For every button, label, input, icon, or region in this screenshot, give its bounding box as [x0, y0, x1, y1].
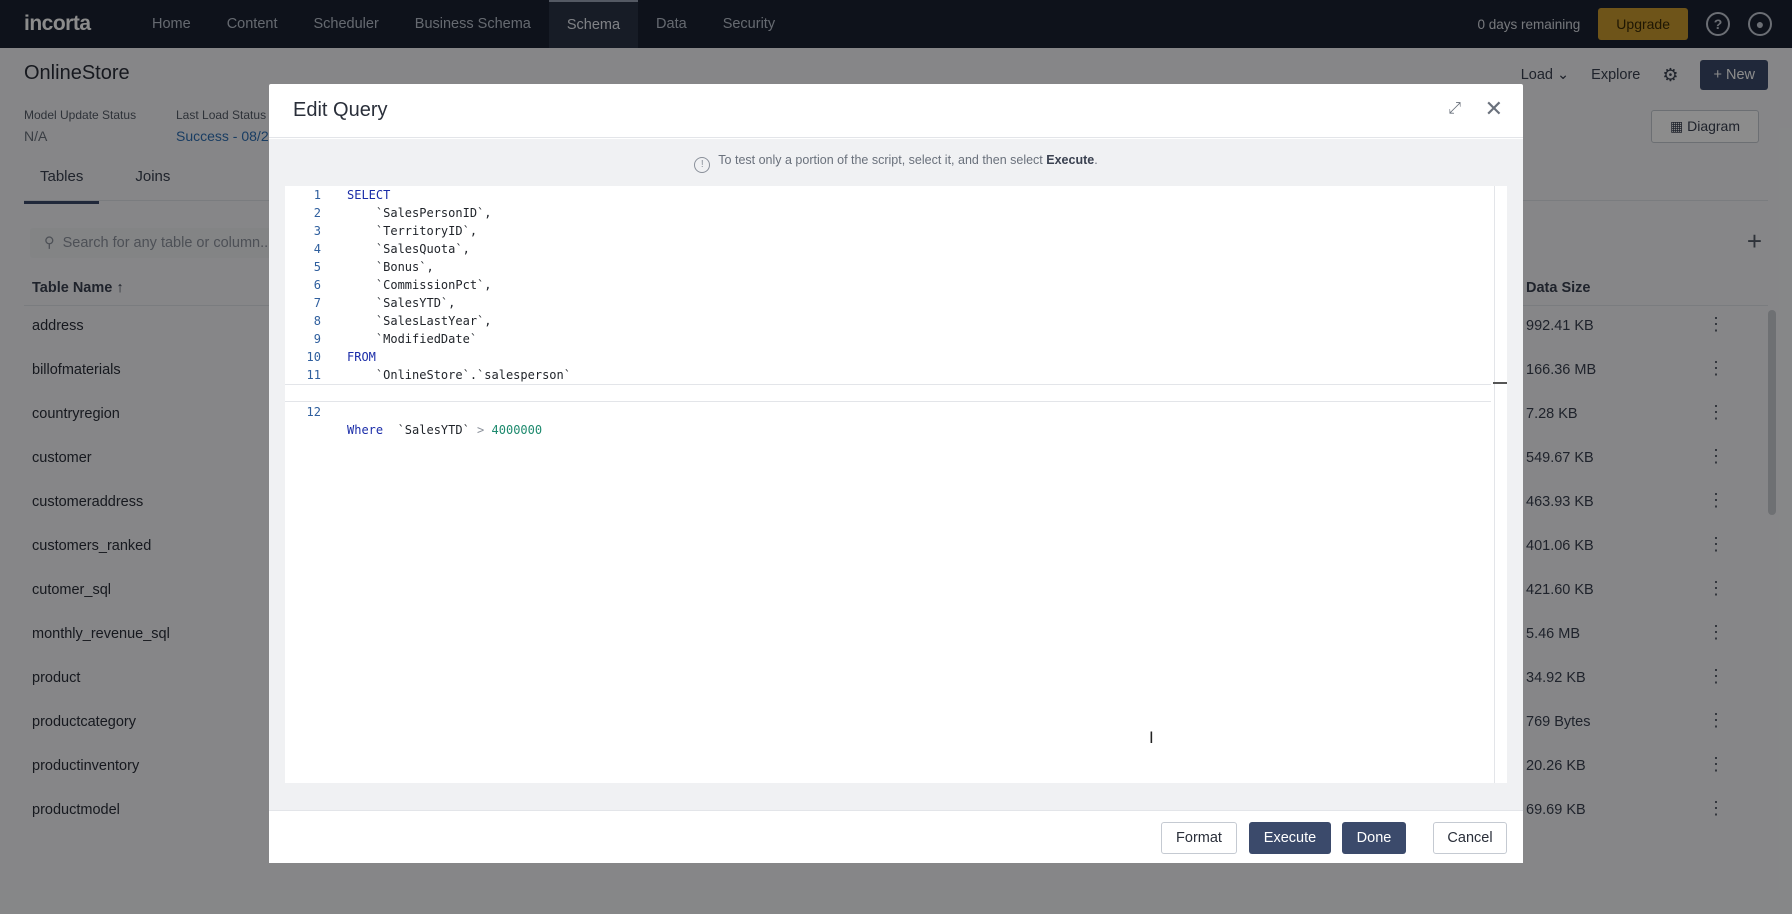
line-number: 9	[313, 332, 321, 346]
editor-hint: ! To test only a portion of the script, s…	[269, 153, 1523, 173]
sql-operator: >	[469, 423, 492, 437]
sql-keyword: SELECT	[347, 188, 391, 202]
code-line-7[interactable]: 7 `SalesYTD`,	[285, 294, 1491, 312]
line-number: 8	[313, 314, 321, 328]
code-lines: 1 SELECT 2 `SalesPersonID`, 3 `TerritoryID`…	[285, 186, 1491, 437]
code-line-3[interactable]: 3 `TerritoryID`,	[285, 222, 1491, 240]
line-number: 12	[306, 405, 321, 419]
sql-text: `TerritoryID`,	[347, 224, 478, 238]
close-icon[interactable]: ✕	[1485, 96, 1503, 122]
info-icon: !	[694, 157, 711, 173]
code-line-12[interactable]: 12 Where `SalesYTD` > 4000000	[285, 384, 1491, 437]
code-line-6[interactable]: 6 `CommissionPct`,	[285, 276, 1491, 294]
line-number: 3	[313, 224, 321, 238]
line-number: 4	[313, 242, 321, 256]
hint-text: To test only a portion of the script, se…	[718, 153, 1047, 167]
line-number: 1	[313, 188, 321, 202]
line-number: 10	[306, 350, 321, 364]
code-line-5[interactable]: 5 `Bonus`,	[285, 258, 1491, 276]
sql-text: `SalesYTD`,	[347, 296, 456, 310]
line-number: 5	[313, 260, 321, 274]
line-number: 2	[313, 206, 321, 220]
sql-text: `CommissionPct`,	[347, 278, 492, 292]
expand-icon[interactable]: ⤢	[1448, 100, 1461, 118]
sql-keyword: FROM	[347, 350, 376, 364]
code-line-4[interactable]: 4 `SalesQuota`,	[285, 240, 1491, 258]
sql-code-editor[interactable]: 1 SELECT 2 `SalesPersonID`, 3 `TerritoryID`…	[285, 186, 1507, 783]
line-number: 11	[306, 368, 321, 382]
dialog-footer: Format Execute Done Cancel	[269, 810, 1523, 863]
sql-keyword: Where	[347, 423, 384, 437]
sql-text: `SalesLastYear`,	[347, 314, 492, 328]
done-button[interactable]: Done	[1342, 822, 1406, 854]
sql-text: `SalesQuota`,	[347, 242, 470, 256]
code-line-8[interactable]: 8 `SalesLastYear`,	[285, 312, 1491, 330]
sql-number: 4000000	[491, 423, 543, 437]
hint-execute-word: Execute	[1046, 153, 1095, 167]
line-number: 7	[313, 296, 321, 310]
dialog-header: Edit Query ⤢ ✕	[269, 84, 1523, 138]
code-line-10[interactable]: 10 FROM	[285, 348, 1491, 366]
sql-column: `SalesYTD`	[383, 423, 470, 437]
hint-end: .	[1094, 153, 1098, 167]
dialog-title: Edit Query	[293, 99, 388, 121]
sql-text: `Bonus`,	[347, 260, 434, 274]
code-line-9[interactable]: 9 `ModifiedDate`	[285, 330, 1491, 348]
sql-text: `ModifiedDate`	[347, 332, 478, 346]
sql-text: `OnlineStore`.`salesperson`	[347, 368, 571, 382]
dialog-body: ! To test only a portion of the script, s…	[269, 139, 1523, 810]
code-line-2[interactable]: 2 `SalesPersonID`,	[285, 204, 1491, 222]
cancel-button[interactable]: Cancel	[1433, 822, 1507, 854]
code-line-1[interactable]: 1 SELECT	[285, 186, 1491, 204]
editor-scroll-track[interactable]	[1494, 186, 1495, 783]
sql-text: `SalesPersonID`,	[347, 206, 492, 220]
code-line-11[interactable]: 11 `OnlineStore`.`salesperson`	[285, 366, 1491, 384]
format-button[interactable]: Format	[1161, 822, 1237, 854]
line-number: 6	[313, 278, 321, 292]
editor-overview-marker	[1493, 382, 1507, 384]
edit-query-dialog: Edit Query ⤢ ✕ ! To test only a portion o…	[269, 84, 1523, 863]
text-cursor-icon: I	[1149, 728, 1154, 747]
execute-button[interactable]: Execute	[1249, 822, 1331, 854]
